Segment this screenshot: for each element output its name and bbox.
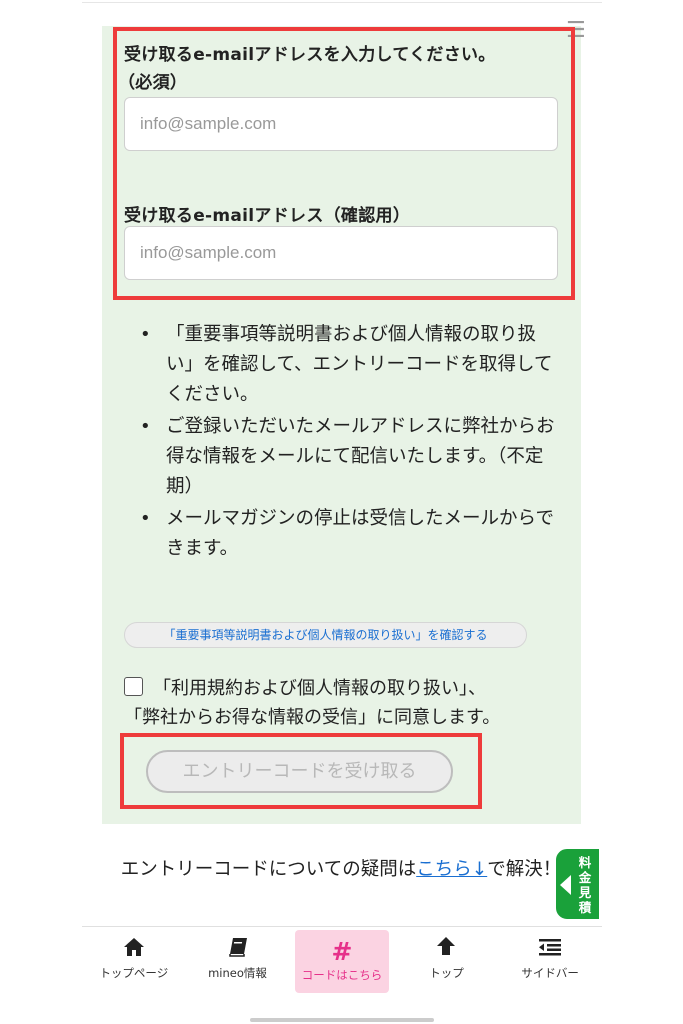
agreement-checkbox[interactable] (124, 677, 143, 696)
agreement-line-1: 「利用規約および個人情報の取り扱い」、 (153, 678, 486, 699)
faq-suffix: で解決！ (487, 859, 562, 880)
arrow-up-icon (395, 933, 499, 963)
sidebar-menu-icon (498, 933, 602, 963)
home-indicator (250, 1018, 434, 1022)
list-item: メールマガジンの停止は受信したメールからできます。 (140, 504, 560, 564)
doc-link-button[interactable]: 「重要事項等説明書および個人情報の取り扱い」を確認する (124, 622, 527, 648)
nav-label: mineo情報 (208, 966, 267, 980)
faq-prefix: エントリーコードについての疑問は (120, 859, 417, 880)
list-item: ご登録いただいたメールアドレスに弊社からお得な情報をメールにて配信いたします。（… (140, 412, 560, 502)
nav-item-mineo-info[interactable]: mineo情報 (186, 928, 290, 994)
nav-item-sidebar[interactable]: サイドバー (498, 928, 602, 994)
nav-item-code[interactable]: # コードはこちら (295, 930, 389, 993)
list-item: 「重要事項等説明書および個人情報の取り扱い」を確認して、エントリーコードを取得し… (140, 320, 560, 410)
faq-text: エントリーコードについての疑問はこちら↓で解決！ (116, 855, 566, 885)
bottom-nav: トップページ mineo情報 # コードはこちら トップ サイドバー (82, 928, 602, 994)
nav-label: トップページ (99, 966, 169, 980)
book-icon (186, 933, 290, 963)
price-estimate-label: 料金見積 (578, 855, 592, 915)
notes-list: 「重要事項等説明書および個人情報の取り扱い」を確認して、エントリーコードを取得し… (140, 320, 560, 566)
highlight-box-email (113, 27, 575, 300)
highlight-box-button (120, 733, 482, 809)
nav-label: トップ (429, 966, 464, 980)
nav-label: サイドバー (521, 966, 579, 980)
faq-link[interactable]: こちら↓ (416, 859, 487, 880)
bottom-nav-divider (82, 926, 602, 927)
top-divider (82, 2, 602, 3)
home-icon (82, 933, 186, 963)
arrow-left-icon (560, 875, 571, 895)
price-estimate-tab[interactable]: 料金見積 (553, 846, 602, 922)
agreement-line-2: 「弊社からお得な情報の受信」に同意します。 (124, 707, 501, 728)
hash-icon: # (331, 937, 353, 966)
agreement-checkbox-row[interactable]: 「利用規約および個人情報の取り扱い」、 「弊社からお得な情報の受信」に同意します… (124, 674, 564, 732)
nav-label: コードはこちら (301, 968, 383, 982)
nav-item-scroll-top[interactable]: トップ (395, 928, 499, 994)
nav-item-top-page[interactable]: トップページ (82, 928, 186, 994)
